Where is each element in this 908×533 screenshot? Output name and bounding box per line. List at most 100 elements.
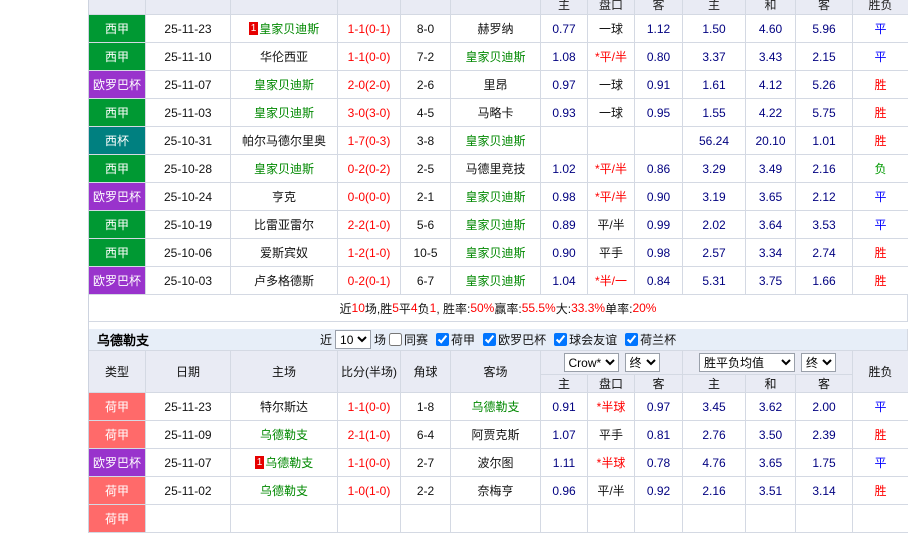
away-team[interactable]: 皇家贝迪斯 <box>451 183 541 211</box>
euro-avg-select[interactable]: 胜平负均值 <box>699 353 795 372</box>
league-badge: 荷甲 <box>89 477 146 505</box>
away-team[interactable]: 皇家贝迪斯 <box>451 127 541 155</box>
euro-home-odds: 2.02 <box>683 211 746 239</box>
home-team[interactable]: 亨克 <box>231 183 338 211</box>
corners-cell: 2-6 <box>401 71 451 99</box>
euro-draw-odds: 3.65 <box>746 449 796 477</box>
score-cell: 0-0(0-0) <box>338 183 401 211</box>
home-team[interactable]: 华伦西亚 <box>231 43 338 71</box>
away-team[interactable]: 皇家贝迪斯 <box>451 239 541 267</box>
asian-home-odds: 0.98 <box>541 183 588 211</box>
home-team[interactable]: 皇家贝迪斯 <box>231 71 338 99</box>
record-summary: 近 10 场,胜 5 平 4 负 1, 胜率: 50% 赢率: 55.5% 大: 33.3% 单率:… <box>89 295 908 322</box>
team-name: 华伦西亚 <box>259 50 308 64</box>
team-name: 帕尔马德尔里奥 <box>241 134 326 148</box>
col-euro-draw: 和 <box>746 0 796 15</box>
home-team[interactable]: 皇家贝迪斯 <box>231 99 338 127</box>
match-row: 欧罗巴杯 25-11-07 皇家贝迪斯 2-0(2-0) 2-6 里昂 0.97 一球 0.91… <box>89 71 908 99</box>
league-filter-checkbox[interactable] <box>483 333 497 346</box>
euro-home-odds <box>683 505 746 533</box>
asian-away-odds: 0.91 <box>635 71 683 99</box>
match-row: 西甲 25-11-03 皇家贝迪斯 3-0(3-0) 4-5 马略卡 0.93 一球 0.95 1… <box>89 99 908 127</box>
corners-cell: 3-8 <box>401 127 451 155</box>
euro-draw-odds: 3.65 <box>746 183 796 211</box>
away-team[interactable]: 阿贾克斯 <box>451 421 541 449</box>
league-filter-checkbox[interactable] <box>436 333 450 346</box>
home-team[interactable]: 比雷亚雷尔 <box>231 211 338 239</box>
home-team[interactable]: 皇家贝迪斯 <box>231 155 338 183</box>
asian-away-odds <box>635 127 683 155</box>
col-corner: 角球 <box>401 351 451 393</box>
away-team[interactable]: 波尔图 <box>451 449 541 477</box>
result-cell <box>853 505 908 533</box>
asian-handicap: *平/半 <box>588 43 635 71</box>
euro-home-odds: 1.55 <box>683 99 746 127</box>
asian-away-odds: 0.80 <box>635 43 683 71</box>
result-cell: 负 <box>853 155 908 183</box>
away-team[interactable]: 皇家贝迪斯 <box>451 43 541 71</box>
away-team[interactable]: 马略卡 <box>451 99 541 127</box>
asian-home-odds <box>541 127 588 155</box>
league-badge: 荷甲 <box>89 421 146 449</box>
euro-away-odds: 2.12 <box>796 183 853 211</box>
away-team[interactable]: 里昂 <box>451 71 541 99</box>
col-asian-away: 客 <box>635 0 683 15</box>
euro-stage-select[interactable]: 终 <box>801 353 836 372</box>
euro-away-odds: 1.66 <box>796 267 853 295</box>
home-team[interactable] <box>231 505 338 533</box>
col-date: 日期 <box>146 351 231 393</box>
same-league-checkbox[interactable] <box>389 333 403 346</box>
home-team[interactable]: 爱斯宾奴 <box>231 239 338 267</box>
table2-body: 荷甲 25-11-23 特尔斯达 1-1(0-0) 1-8 乌德勒支 0.91 *半球 0.97… <box>89 393 908 533</box>
league-filters: 荷甲 欧罗巴杯 球会友谊 荷兰杯 <box>436 331 684 348</box>
home-team[interactable]: 帕尔马德尔里奥 <box>231 127 338 155</box>
league-filter[interactable]: 欧罗巴杯 <box>483 331 546 348</box>
league-filter-checkbox[interactable] <box>625 333 639 346</box>
away-team[interactable] <box>451 505 541 533</box>
asian-handicap: 一球 <box>588 15 635 43</box>
corners-cell: 2-5 <box>401 155 451 183</box>
match-row: 荷甲 25-11-02 乌德勒支 1-0(1-0) 2-2 奈梅亨 0.96 平/半 0.92 2… <box>89 477 908 505</box>
match-date: 25-11-10 <box>146 43 231 71</box>
result-cell: 平 <box>853 15 908 43</box>
score-cell: 1-1(0-1) <box>338 15 401 43</box>
match-count-select[interactable]: 10 <box>335 330 372 349</box>
match-date: 25-10-19 <box>146 211 231 239</box>
home-team[interactable]: 乌德勒支 <box>231 421 338 449</box>
home-team[interactable]: 卢多格德斯 <box>231 267 338 295</box>
team-name: 里昂 <box>483 78 508 92</box>
league-badge: 荷甲 <box>89 505 146 533</box>
away-team[interactable]: 乌德勒支 <box>451 393 541 421</box>
corners-cell: 5-6 <box>401 211 451 239</box>
team-name: 乌德勒支 <box>259 428 308 442</box>
same-league-filter[interactable]: 同赛 <box>389 331 428 348</box>
asian-stage-select[interactable]: 终 <box>624 353 660 372</box>
away-team[interactable]: 皇家贝迪斯 <box>451 267 541 295</box>
home-team[interactable]: 特尔斯达 <box>231 393 338 421</box>
away-team[interactable]: 奈梅亨 <box>451 477 541 505</box>
away-team[interactable]: 赫罗纳 <box>451 15 541 43</box>
home-team[interactable]: 1 乌德勒支 <box>231 449 338 477</box>
euro-home-odds: 3.19 <box>683 183 746 211</box>
away-team[interactable]: 马德里竞技 <box>451 155 541 183</box>
header-empty-cell <box>401 0 451 15</box>
asian-away-odds: 0.90 <box>635 183 683 211</box>
league-filter[interactable]: 球会友谊 <box>554 331 617 348</box>
asian-handicap <box>588 505 635 533</box>
home-team[interactable]: 1 皇家贝迪斯 <box>231 15 338 43</box>
league-filter-checkbox[interactable] <box>554 333 568 346</box>
asian-home-odds: 0.91 <box>541 393 588 421</box>
summary-segment: 赢率: <box>494 301 522 316</box>
away-team[interactable]: 皇家贝迪斯 <box>451 211 541 239</box>
league-filter[interactable]: 荷甲 <box>436 331 475 348</box>
home-team[interactable]: 乌德勒支 <box>231 477 338 505</box>
euro-away-odds: 1.01 <box>796 127 853 155</box>
league-filter[interactable]: 荷兰杯 <box>625 331 676 348</box>
asian-home-odds: 0.96 <box>541 477 588 505</box>
euro-home-odds: 4.76 <box>683 449 746 477</box>
result-cell: 胜 <box>853 421 908 449</box>
euro-away-odds: 2.16 <box>796 155 853 183</box>
match-date: 25-10-06 <box>146 239 231 267</box>
bookmaker-select[interactable]: Crow* <box>563 353 619 372</box>
result-cell: 平 <box>853 211 908 239</box>
